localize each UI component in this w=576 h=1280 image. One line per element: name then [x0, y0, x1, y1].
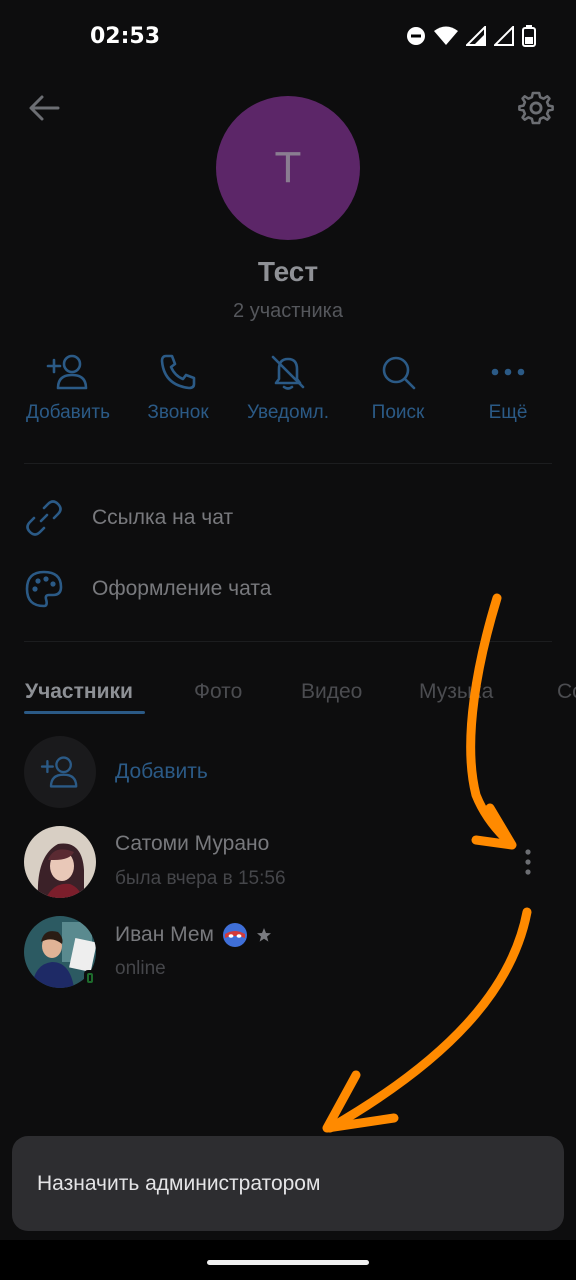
make-admin-item[interactable]: Назначить администратором [37, 1172, 320, 1196]
star-icon [256, 928, 271, 942]
avatar-letter: Т [274, 143, 302, 192]
home-handle[interactable] [207, 1260, 369, 1265]
member-name: Сатоми Мурано [115, 832, 269, 856]
arrow-left-icon [29, 95, 60, 121]
member-status: была вчера в 15:56 [115, 868, 286, 889]
mask-emoji-icon [222, 923, 247, 947]
menu-chat-link-label: Ссылка на чат [92, 506, 234, 529]
add-user-icon [46, 354, 88, 390]
status-bar: 02:53 [0, 0, 576, 72]
menu-chat-link[interactable]: Ссылка на чат [24, 488, 552, 548]
palette-icon [25, 570, 63, 608]
add-user-icon [40, 756, 78, 788]
back-button[interactable] [24, 88, 64, 128]
member-menu-icon[interactable] [518, 846, 538, 878]
signal-icon [466, 26, 486, 46]
dnd-icon [407, 27, 425, 45]
tab-video[interactable]: Видео [301, 680, 362, 704]
action-mute-label: Уведомл. [246, 402, 330, 423]
action-add[interactable]: Добавить [13, 352, 123, 424]
gear-icon [518, 91, 554, 125]
navigation-bar [0, 1240, 576, 1280]
action-search-label: Поиск [371, 402, 425, 423]
more-icon [491, 368, 525, 376]
action-more-label: Ещё [488, 402, 528, 423]
add-member-row[interactable]: Добавить [24, 736, 552, 808]
divider [24, 463, 552, 464]
menu-chat-theme[interactable]: Оформление чата [24, 559, 552, 619]
link-icon [26, 500, 62, 536]
action-search[interactable]: Поиск [343, 352, 453, 424]
member-name: Иван Мем [115, 922, 272, 948]
avatar [24, 826, 96, 898]
member-status: online [115, 958, 166, 979]
action-bar: Добавить Звонок Уведомл. Поиск Ещё [0, 352, 576, 432]
action-call[interactable]: Звонок [123, 352, 233, 424]
menu-chat-theme-label: Оформление чата [92, 577, 272, 600]
member-row[interactable]: Сатоми Мурано была вчера в 15:56 [24, 826, 552, 898]
tab-photo[interactable]: Фото [194, 680, 242, 704]
action-more[interactable]: Ещё [453, 352, 563, 424]
add-member-avatar [24, 736, 96, 808]
status-icons [406, 24, 536, 48]
tab-music[interactable]: Музыка [419, 680, 493, 704]
bell-off-icon [271, 355, 305, 390]
action-call-label: Звонок [147, 402, 209, 423]
screen: 02:53 Т Тест 2 участника Добавить Звонок… [0, 0, 576, 1280]
action-mute[interactable]: Уведомл. [233, 352, 343, 424]
signal-2-icon [494, 26, 514, 46]
divider [24, 641, 552, 642]
settings-button[interactable] [514, 86, 558, 130]
tab-links[interactable]: Ссылки [557, 680, 576, 704]
chat-title: Тест [257, 256, 319, 287]
search-icon [382, 356, 416, 390]
member-name-text: Иван Мем [115, 923, 214, 946]
context-menu: Назначить администратором [12, 1136, 564, 1231]
tab-members[interactable]: Участники [25, 680, 133, 704]
chat-subtitle: 2 участника [233, 300, 343, 322]
add-member-label: Добавить [115, 760, 208, 783]
media-tabs: Участники Фото Видео Музыка Ссылки [0, 670, 576, 720]
member-row[interactable]: Иван Мем online [24, 916, 552, 988]
status-time: 02:53 [90, 24, 161, 49]
member-name-text: Сатоми Мурано [115, 832, 270, 855]
battery-icon [522, 25, 536, 47]
phone-icon [160, 354, 196, 390]
tab-indicator [24, 711, 145, 714]
wifi-icon [434, 26, 458, 45]
action-add-label: Добавить [26, 402, 110, 423]
chat-avatar[interactable]: Т [216, 96, 360, 240]
online-indicator [84, 970, 96, 986]
